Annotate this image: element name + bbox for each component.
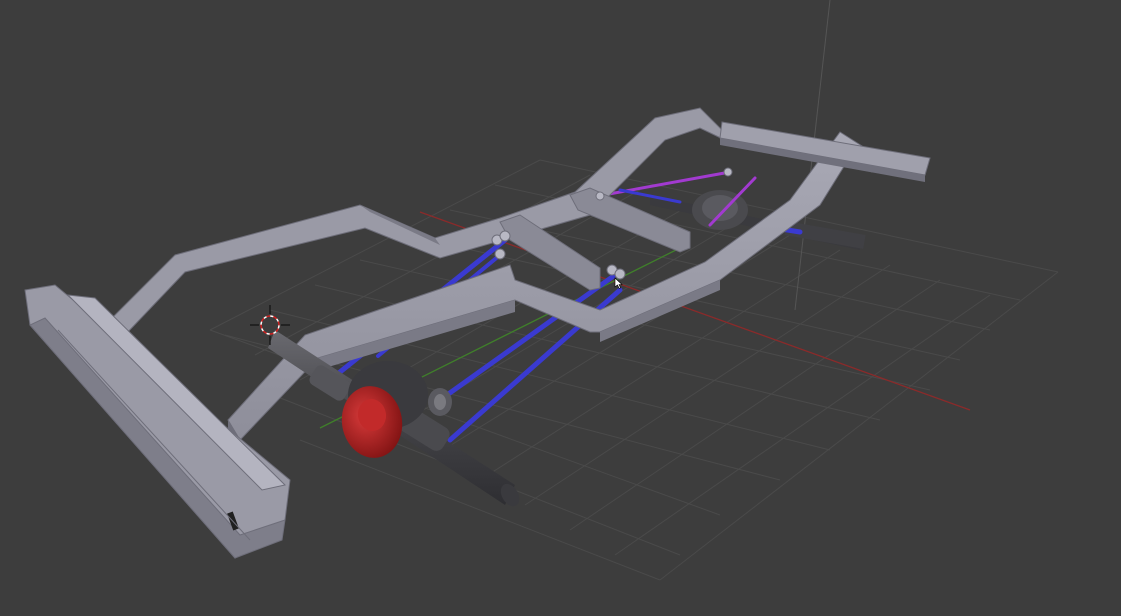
3d-viewport[interactable]: [0, 0, 1121, 616]
cross-member-mid[interactable]: [569, 187, 691, 253]
chassis-frame[interactable]: [109, 107, 931, 452]
front-axle[interactable]: [268, 330, 523, 509]
mouse-pointer-icon: [614, 277, 623, 289]
viewport-canvas[interactable]: [0, 0, 1121, 616]
